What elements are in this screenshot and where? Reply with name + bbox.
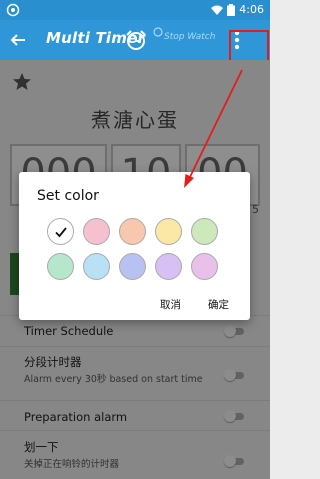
stopwatch-tab[interactable]: Stop Watch bbox=[164, 32, 215, 42]
color-swatch[interactable] bbox=[191, 253, 218, 280]
back-arrow-icon[interactable] bbox=[8, 30, 28, 50]
color-swatch[interactable] bbox=[47, 253, 74, 280]
status-bar: 4:06 bbox=[0, 0, 270, 20]
wifi-icon bbox=[211, 5, 224, 15]
color-swatch[interactable] bbox=[155, 218, 182, 245]
color-swatch[interactable] bbox=[155, 253, 182, 280]
battery-icon bbox=[227, 4, 236, 16]
stopwatch-icon bbox=[153, 27, 163, 37]
status-time: 4:06 bbox=[239, 3, 264, 16]
cancel-button[interactable]: 取消 bbox=[160, 297, 181, 312]
dialog-title: Set color bbox=[37, 188, 99, 204]
set-color-dialog: Set color 取消 确定 bbox=[19, 172, 250, 320]
check-icon bbox=[55, 227, 67, 238]
color-swatch[interactable] bbox=[119, 253, 146, 280]
color-swatch[interactable] bbox=[83, 218, 110, 245]
color-swatch[interactable] bbox=[119, 218, 146, 245]
color-swatch[interactable] bbox=[191, 218, 218, 245]
ok-button[interactable]: 确定 bbox=[208, 297, 229, 312]
color-swatch[interactable] bbox=[47, 218, 74, 245]
color-swatch[interactable] bbox=[83, 253, 110, 280]
alarm-clock-icon[interactable] bbox=[125, 29, 147, 51]
app-notification-icon bbox=[6, 3, 20, 17]
